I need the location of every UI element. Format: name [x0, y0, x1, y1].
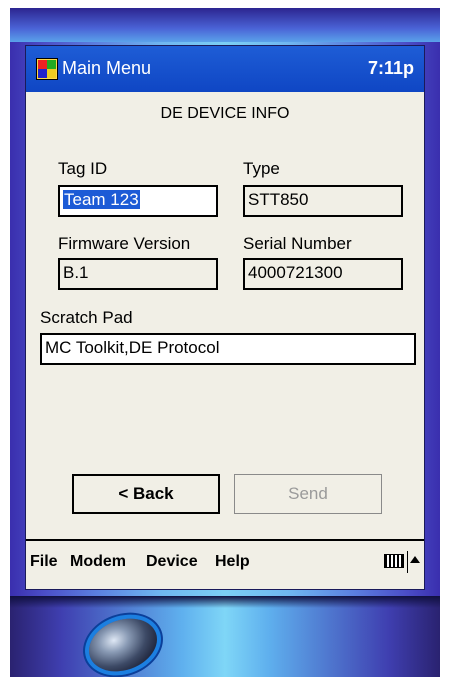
scratch-pad-label: Scratch Pad [40, 308, 133, 327]
scratch-pad-value: MC Toolkit,DE Protocol [45, 338, 220, 357]
serial-number-field: 4000721300 [243, 258, 403, 290]
clock[interactable]: 7:11p [368, 58, 414, 79]
firmware-version-value: B.1 [63, 263, 89, 282]
send-button[interactable]: Send [234, 474, 382, 514]
tag-id-value: Team 123 [63, 190, 140, 209]
menu-help[interactable]: Help [215, 553, 250, 571]
window-title: Main Menu [62, 58, 152, 78]
menu-bar: File Modem Device Help [26, 539, 424, 587]
type-value: STT850 [248, 190, 309, 209]
bezel-bottom [10, 596, 440, 677]
form-title: DE DEVICE INFO [160, 105, 290, 122]
bezel-shadow [10, 596, 440, 608]
serial-number-value: 4000721300 [248, 263, 343, 282]
bezel-top [10, 8, 440, 42]
titlebar: Main Menu 7:11p [26, 46, 424, 92]
type-field: STT850 [243, 185, 403, 217]
menu-device[interactable]: Device [146, 553, 198, 571]
serial-number-label: Serial Number [243, 234, 352, 253]
windows-flag-icon[interactable] [36, 58, 58, 80]
scratch-pad-input[interactable]: MC Toolkit,DE Protocol [40, 333, 416, 365]
up-arrow-icon[interactable] [410, 556, 420, 563]
tag-id-field[interactable]: Team 123 [58, 185, 218, 217]
keyboard-icon[interactable] [384, 554, 404, 568]
firmware-version-label: Firmware Version [58, 234, 191, 253]
tag-id-label: Tag ID [58, 159, 108, 178]
firmware-version-field: B.1 [58, 258, 218, 290]
screen: Main Menu 7:11p DE DEVICE INFO Tag ID Te… [25, 45, 425, 590]
type-label: Type [243, 159, 280, 178]
sip-divider [407, 551, 408, 573]
back-button[interactable]: < Back [72, 474, 220, 514]
menu-modem[interactable]: Modem [70, 553, 126, 571]
menu-file[interactable]: File [30, 553, 58, 571]
